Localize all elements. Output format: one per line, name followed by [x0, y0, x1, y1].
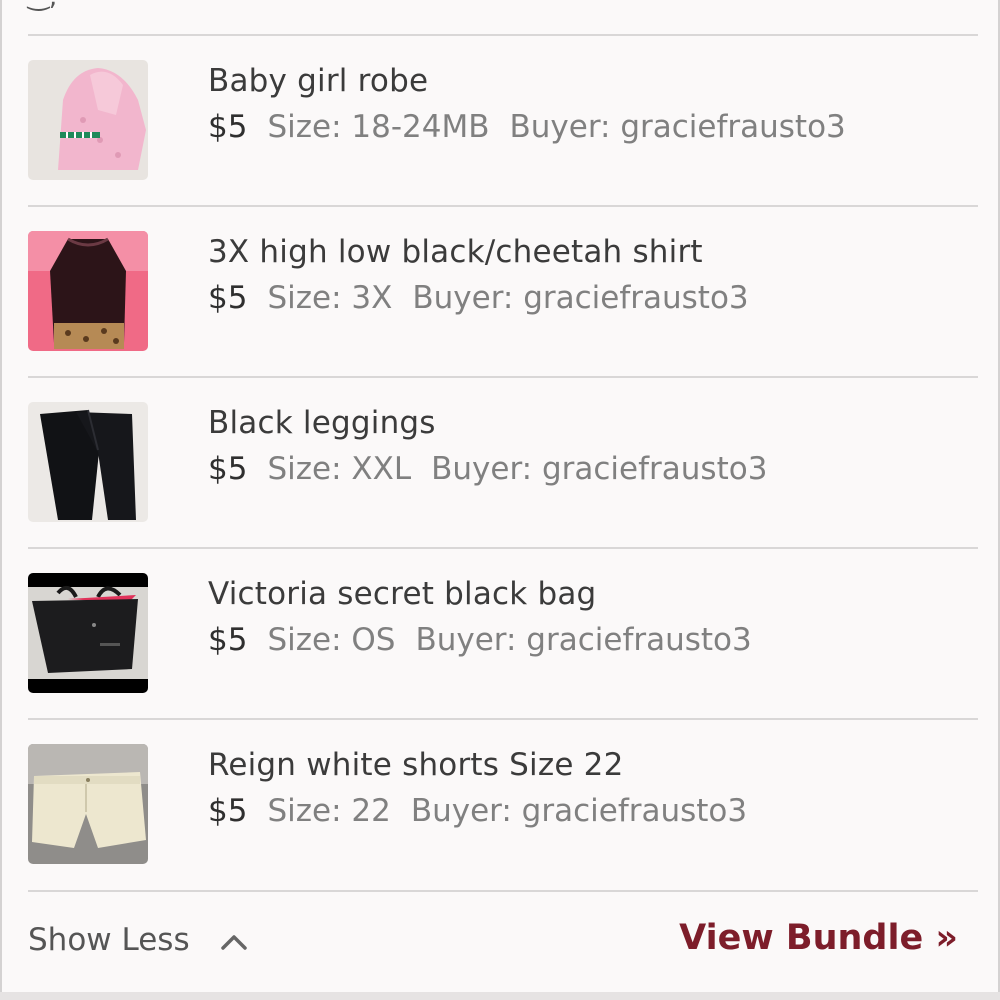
bundle-footer: Show Less View Bundle » [2, 892, 1000, 992]
bundle-card: ‿, Baby girl robe $5 Size: 18-24MB Buyer: … [0, 0, 1000, 1000]
item-title[interactable]: Reign white shorts Size 22 [208, 747, 624, 783]
item-meta: $5 Size: 18-24MB Buyer: graciefrausto3 [208, 109, 846, 145]
item-thumbnail-white-shorts[interactable] [28, 744, 148, 864]
item-price: $5 [208, 109, 248, 145]
item-title[interactable]: Baby girl robe [208, 63, 428, 99]
item-meta: $5 Size: 22 Buyer: graciefrausto3 [208, 793, 747, 829]
view-bundle-link[interactable]: View Bundle » [679, 918, 958, 958]
list-item[interactable]: Black leggings $5 Size: XXL Buyer: gracief… [2, 377, 1000, 547]
item-title[interactable]: Black leggings [208, 405, 436, 441]
item-thumbnail-black-shirt[interactable] [28, 231, 148, 351]
clipped-text-fragment: ‿, [28, 0, 57, 12]
item-buyer: Buyer: graciefrausto3 [410, 793, 748, 829]
item-price: $5 [208, 622, 248, 658]
item-size: Size: 18-24MB [267, 109, 490, 145]
item-buyer: Buyer: graciefrausto3 [509, 109, 846, 145]
item-buyer: Buyer: graciefrausto3 [431, 451, 768, 487]
item-title[interactable]: Victoria secret black bag [208, 576, 596, 612]
item-meta: $5 Size: XXL Buyer: graciefrausto3 [208, 451, 767, 487]
list-item[interactable]: Baby girl robe $5 Size: 18-24MB Buyer: gra… [2, 35, 1000, 205]
list-item[interactable]: Reign white shorts Size 22 $5 Size: 22 Buy… [2, 719, 1000, 889]
item-title[interactable]: 3X high low black/cheetah shirt [208, 234, 703, 270]
item-price: $5 [208, 280, 248, 316]
item-size: Size: OS [267, 622, 396, 658]
list-item[interactable]: 3X high low black/cheetah shirt $5 Size: … [2, 206, 1000, 376]
item-thumbnail-black-bag[interactable] [28, 573, 148, 693]
item-meta: $5 Size: OS Buyer: graciefrausto3 [208, 622, 752, 658]
list-item[interactable]: Victoria secret black bag $5 Size: OS Buye… [2, 548, 1000, 718]
item-thumbnail-black-leggings[interactable] [28, 402, 148, 522]
item-size: Size: 3X [267, 280, 393, 316]
item-price: $5 [208, 793, 248, 829]
item-price: $5 [208, 451, 248, 487]
item-thumbnail-pink-robe[interactable] [28, 60, 148, 180]
item-size: Size: 22 [267, 793, 391, 829]
item-buyer: Buyer: graciefrausto3 [415, 622, 752, 658]
show-less-button[interactable]: Show Less [28, 922, 190, 958]
item-meta: $5 Size: 3X Buyer: graciefrausto3 [208, 280, 749, 316]
bottom-edge [0, 992, 1000, 1000]
chevron-up-icon[interactable] [220, 932, 248, 956]
item-buyer: Buyer: graciefrausto3 [412, 280, 749, 316]
item-size: Size: XXL [267, 451, 412, 487]
